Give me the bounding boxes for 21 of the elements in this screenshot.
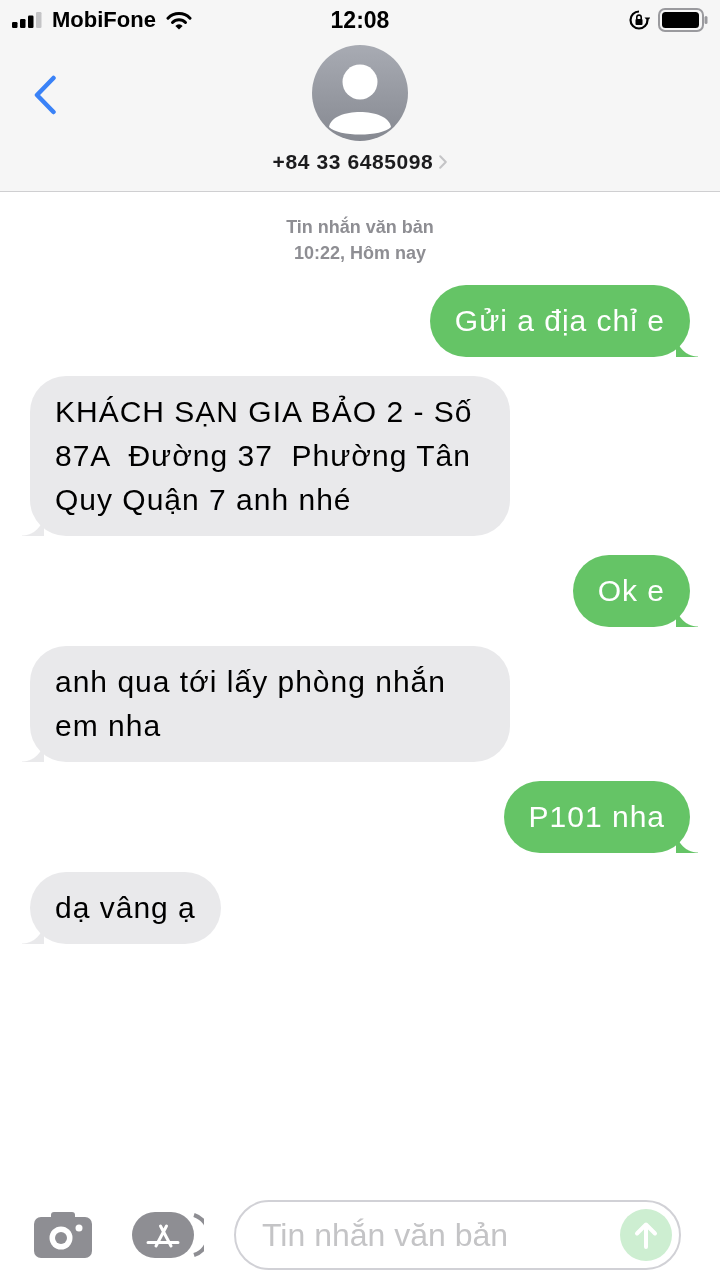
apps-icon[interactable] xyxy=(132,1212,204,1258)
signal-icon xyxy=(12,12,42,28)
sent-message-bubble: Gửi a địa chỉ e xyxy=(429,285,698,357)
carrier-name: MobiFone xyxy=(52,7,156,33)
camera-icon[interactable] xyxy=(34,1212,92,1258)
arrow-up-icon xyxy=(634,1221,658,1249)
received-message-bubble: anh qua tới lấy phòng nhắn em nha xyxy=(22,646,510,762)
avatar-icon[interactable] xyxy=(312,45,408,141)
received-message-bubble: KHÁCH SẠN GIA BẢO 2 - Số 87A Đường 37 Phường Tân Quy Quận 7 anh nhé xyxy=(22,376,510,536)
wifi-icon xyxy=(165,10,192,30)
sent-message-bubble: P101 nha xyxy=(503,781,698,853)
back-icon[interactable] xyxy=(33,75,57,115)
contact-number[interactable]: +84 33 6485098 xyxy=(272,150,434,174)
message-service-label: Tin nhắn văn bản xyxy=(286,215,434,239)
received-message-bubble: dạ vâng ạ xyxy=(22,872,221,944)
sent-message-bubble: Ok e xyxy=(572,555,698,627)
message-field[interactable]: Tin nhắn văn bản xyxy=(234,1200,681,1270)
message-timestamp: 10:22, Hôm nay xyxy=(293,242,427,265)
status-time: 12:08 xyxy=(330,6,390,34)
rotation-lock-icon xyxy=(628,9,650,31)
battery-icon xyxy=(658,8,708,32)
